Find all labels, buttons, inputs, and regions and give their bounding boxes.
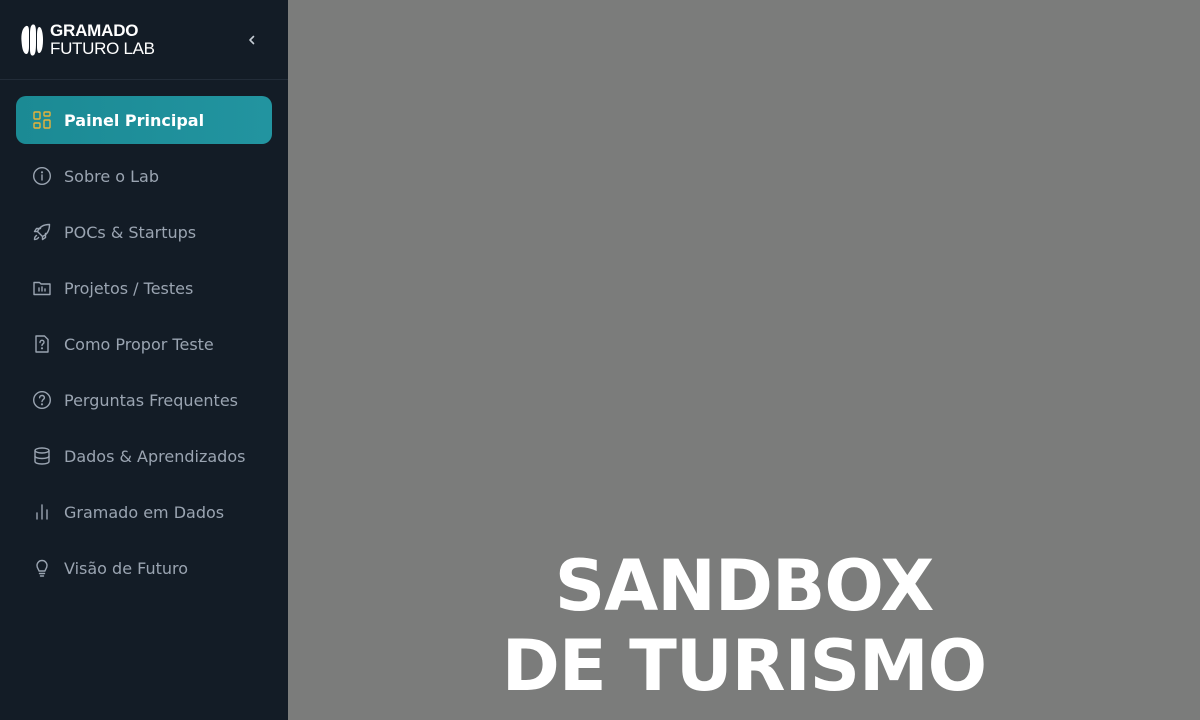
lightbulb-icon [32,558,52,578]
hero-title: SANDBOX DE TURISMO [288,546,1200,706]
sidebar-item-pocs-startups[interactable]: POCs & Startups [16,208,272,256]
sidebar: GRAMADO FUTURO LAB Painel Principal Sobr… [0,0,288,720]
sidebar-nav: Painel Principal Sobre o Lab POCs & Star… [0,80,288,592]
dashboard-grid-icon [32,110,52,130]
sidebar-item-label: Como Propor Teste [64,334,214,354]
sidebar-item-gramado-em-dados[interactable]: Gramado em Dados [16,488,272,536]
app-window: GRAMADO FUTURO LAB Painel Principal Sobr… [0,0,1200,720]
info-icon [32,166,52,186]
collapse-sidebar-button[interactable] [240,28,264,52]
brand-name[interactable]: GRAMADO FUTURO LAB [50,22,155,58]
file-question-icon [32,334,52,354]
brand-line-2: FUTURO LAB [50,39,155,58]
sidebar-item-visao-de-futuro[interactable]: Visão de Futuro [16,544,272,592]
main-hero: SANDBOX DE TURISMO [288,0,1200,720]
gramado-logo-icon [21,23,43,56]
brand-line-1: GRAMADO [50,21,139,40]
sidebar-item-como-propor-teste[interactable]: Como Propor Teste [16,320,272,368]
sidebar-item-label: POCs & Startups [64,222,197,242]
sidebar-item-label: Sobre o Lab [64,166,160,186]
sidebar-item-label: Visão de Futuro [64,558,189,578]
database-icon [32,446,52,466]
sidebar-item-label: Gramado em Dados [64,502,225,522]
folder-chart-icon [32,278,52,298]
sidebar-item-perguntas-frequentes[interactable]: Perguntas Frequentes [16,376,272,424]
sidebar-item-label: Painel Principal [64,110,205,130]
hero-title-line-1: SANDBOX [554,545,935,627]
sidebar-item-dados-aprendizados[interactable]: Dados & Aprendizados [16,432,272,480]
rocket-icon [32,222,52,242]
sidebar-item-label: Perguntas Frequentes [64,390,238,410]
hero-title-line-2: DE TURISMO [501,625,987,707]
sidebar-item-painel-principal[interactable]: Painel Principal [16,96,272,144]
bar-chart-icon [32,502,52,522]
chevron-left-icon [249,35,255,45]
help-circle-icon [32,390,52,410]
sidebar-item-label: Dados & Aprendizados [64,446,246,466]
sidebar-header: GRAMADO FUTURO LAB [0,0,288,80]
sidebar-item-projetos-testes[interactable]: Projetos / Testes [16,264,272,312]
sidebar-item-sobre-o-lab[interactable]: Sobre o Lab [16,152,272,200]
sidebar-item-label: Projetos / Testes [64,278,194,298]
